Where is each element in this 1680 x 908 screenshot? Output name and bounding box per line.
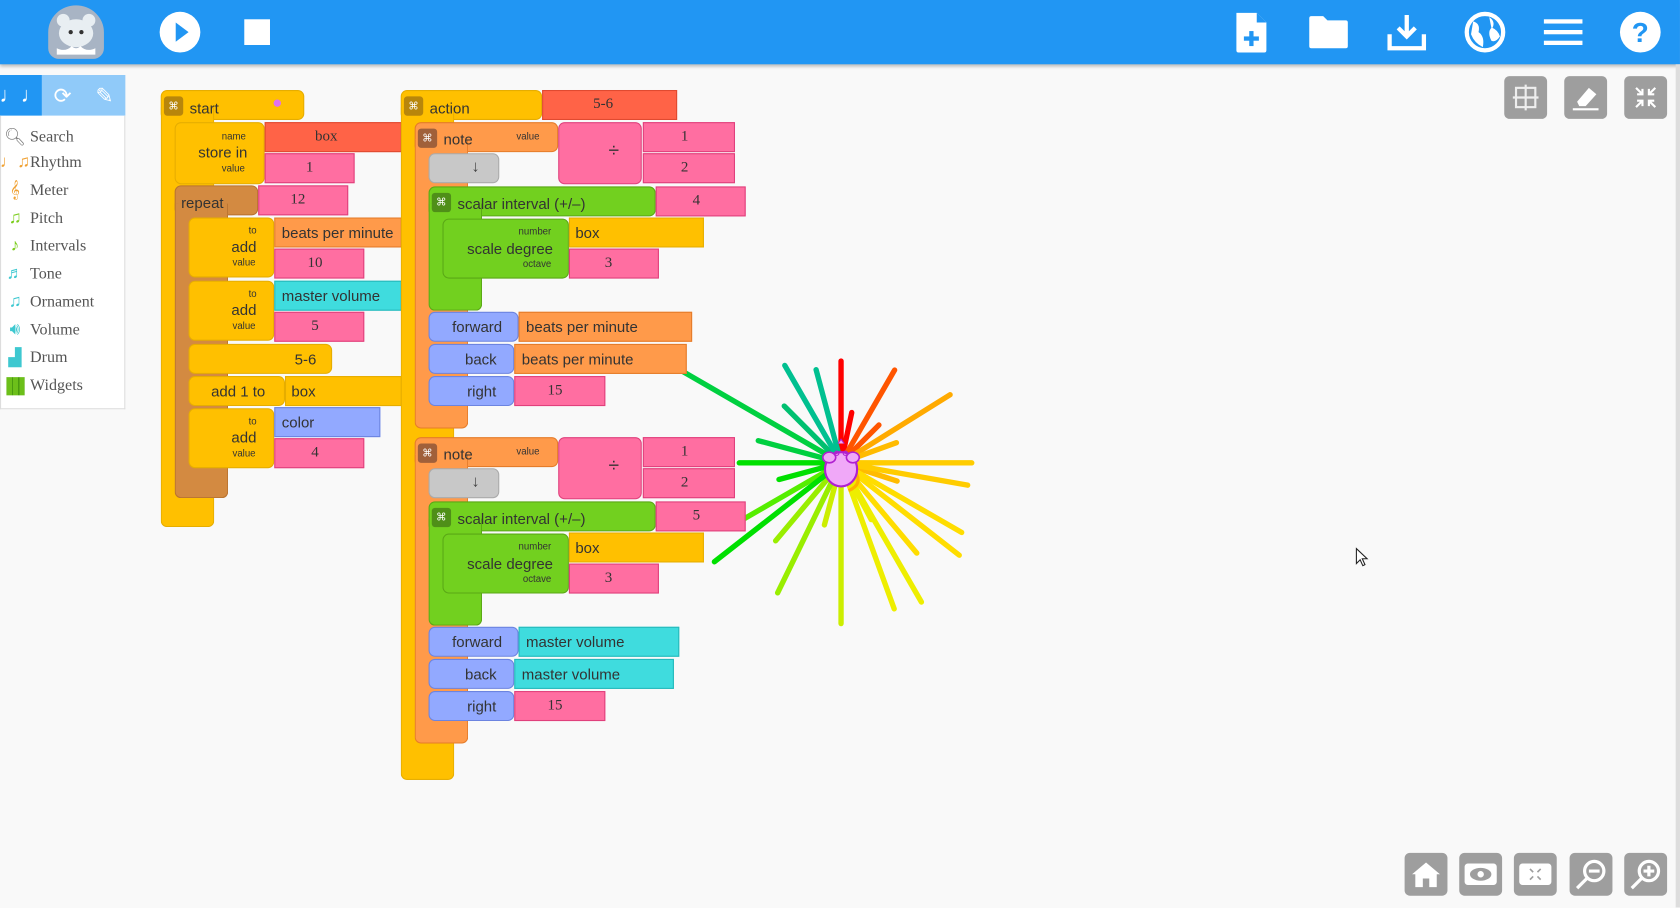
collapse-icon[interactable]: ⌘	[431, 507, 452, 528]
add-label: add	[231, 428, 257, 446]
forward-arg-text: beats per minute	[526, 318, 638, 336]
grid-icon	[1512, 84, 1539, 111]
box-arg-text: box	[575, 538, 600, 557]
action-label: action	[429, 99, 470, 117]
scalar-interval-label: scalar interval (+/–)	[457, 194, 586, 213]
hidden-block[interactable]	[428, 468, 500, 499]
turtle-trail-line	[838, 392, 953, 466]
home-button[interactable]	[1404, 852, 1448, 896]
note-label: note	[443, 445, 473, 463]
repeat-label: repeat	[181, 193, 224, 212]
add-value-text: 5	[311, 318, 319, 335]
color-text: color	[281, 413, 315, 431]
hidden-block[interactable]	[428, 153, 500, 184]
scrollbar[interactable]	[1675, 64, 1680, 908]
collapse-icon[interactable]: ⌘	[431, 192, 452, 213]
value-label: value	[516, 130, 540, 142]
repeat-count-text: 12	[290, 191, 306, 208]
divide-icon: ÷	[608, 454, 620, 476]
back-label: back	[464, 665, 497, 683]
interval-text: 4	[692, 192, 701, 209]
octave-text: 3	[604, 569, 613, 587]
turtle-icon: ●	[272, 94, 283, 113]
action-call-text: 5-6	[294, 350, 317, 368]
collapse-canvas-button[interactable]	[1624, 76, 1668, 119]
box-arg-text: box	[575, 223, 600, 242]
action-name-text: 5-6	[593, 96, 614, 113]
scale-degree-label: scale degree	[467, 554, 554, 573]
octave-label: octave	[522, 573, 552, 584]
name-label: name	[221, 130, 246, 142]
collapse-icon[interactable]: ⌘	[417, 443, 438, 463]
octave-text: 3	[604, 254, 613, 272]
value-label: value	[516, 445, 540, 457]
increment-label: add 1 to	[211, 382, 266, 400]
right-arg-text: 15	[547, 382, 563, 399]
divide-block[interactable]	[558, 437, 642, 500]
back-arg-text: master volume	[521, 665, 621, 683]
divide-block[interactable]	[558, 122, 642, 185]
forward-label: forward	[452, 318, 503, 336]
down-arrow-icon: ↓	[471, 472, 480, 491]
value-label: value	[221, 162, 245, 174]
mouse-cursor-icon	[1355, 547, 1369, 567]
eye-icon	[1464, 863, 1497, 885]
zoom-out-button[interactable]	[1569, 852, 1613, 896]
note-label: note	[443, 130, 473, 148]
right-label: right	[467, 697, 497, 715]
add-value-text: 10	[307, 254, 323, 272]
to-label: to	[248, 224, 257, 236]
box-name-text: box	[314, 128, 338, 145]
start-label: start	[189, 99, 219, 117]
store-in-label: store in	[198, 143, 248, 161]
right-arg-text: 15	[547, 697, 563, 714]
collapse-icon[interactable]: ⌘	[163, 96, 184, 116]
zoom-in-button[interactable]	[1624, 852, 1668, 896]
number-label: number	[518, 541, 552, 552]
to-label: to	[248, 288, 257, 299]
beats-per-minute-text: beats per minute	[281, 223, 394, 242]
add-value-text: 4	[311, 444, 319, 461]
zoom-out-icon	[1575, 859, 1606, 890]
forward-label: forward	[452, 633, 503, 651]
forward-arg-text: master volume	[526, 633, 625, 651]
scale-degree-label: scale degree	[467, 239, 554, 258]
eraser-icon	[1572, 87, 1599, 111]
value-label: value	[232, 257, 256, 268]
right-label: right	[467, 382, 497, 400]
divide-icon: ÷	[608, 139, 620, 161]
zoom-in-icon	[1630, 859, 1661, 890]
down-arrow-icon: ↓	[471, 157, 480, 176]
number-label: number	[518, 226, 552, 237]
expand-blocks-button[interactable]	[1513, 852, 1557, 896]
clear-button[interactable]	[1564, 76, 1608, 119]
add-label: add	[231, 301, 257, 319]
expand-icon	[1519, 863, 1552, 885]
collapse-icon	[1635, 87, 1657, 108]
collapse-icon[interactable]: ⌘	[403, 96, 424, 116]
numerator-text: 1	[680, 128, 689, 145]
store-value-text: 1	[305, 159, 314, 176]
back-arg-text: beats per minute	[521, 350, 634, 368]
scalar-interval-label: scalar interval (+/–)	[457, 509, 586, 528]
master-volume-text: master volume	[281, 287, 381, 305]
grid-button[interactable]	[1504, 76, 1548, 119]
denominator-text: 2	[680, 474, 689, 491]
box-arg-text: box	[291, 382, 316, 400]
value-label: value	[232, 447, 256, 459]
collapse-icon[interactable]: ⌘	[417, 128, 438, 148]
home-icon	[1412, 862, 1440, 888]
octave-label: octave	[522, 258, 552, 269]
value-label: value	[232, 320, 256, 332]
back-label: back	[464, 350, 497, 368]
interval-text: 5	[692, 507, 701, 524]
add-label: add	[231, 237, 257, 255]
hide-blocks-button[interactable]	[1459, 852, 1503, 896]
numerator-text: 1	[680, 443, 689, 460]
to-label: to	[248, 415, 257, 427]
denominator-text: 2	[680, 159, 689, 176]
